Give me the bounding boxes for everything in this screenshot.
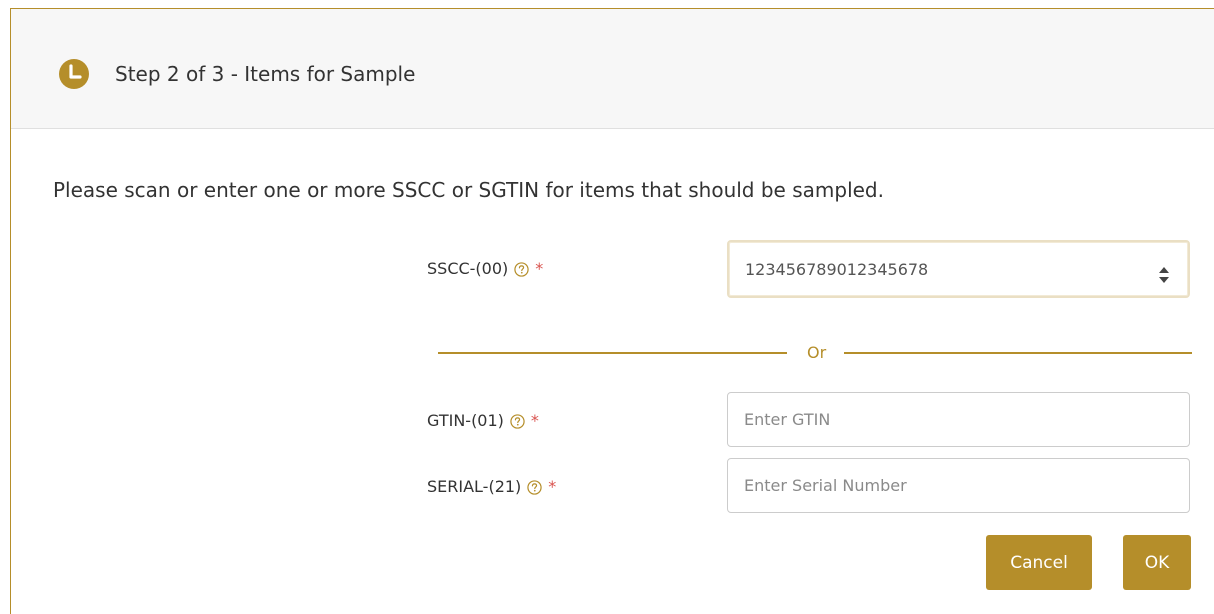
gtin-label-group: GTIN-(01) *: [427, 409, 539, 433]
gtin-input[interactable]: [727, 392, 1190, 447]
sample-dialog: Step 2 of 3 - Items for Sample Please sc…: [10, 8, 1214, 614]
serial-number-input[interactable]: [727, 458, 1190, 513]
required-asterisk: *: [535, 259, 544, 278]
instructions-text: Please scan or enter one or more SSCC or…: [53, 178, 884, 202]
help-icon[interactable]: [514, 261, 529, 277]
help-icon[interactable]: [510, 413, 525, 429]
sscc-label-group: SSCC-(00) *: [427, 257, 543, 281]
or-divider-right: [844, 352, 1192, 354]
serial-label-group: SERIAL-(21) *: [427, 475, 556, 499]
sscc-input[interactable]: [727, 240, 1190, 298]
required-asterisk: *: [548, 477, 557, 496]
clock-icon: [59, 59, 89, 89]
spinner-arrows-icon[interactable]: [1158, 266, 1170, 284]
ok-button[interactable]: OK: [1123, 535, 1191, 590]
help-icon[interactable]: [527, 479, 542, 495]
sscc-label: SSCC-(00): [427, 259, 509, 278]
serial-label: SERIAL-(21): [427, 477, 522, 496]
or-divider-text: Or: [807, 343, 827, 362]
required-asterisk: *: [530, 411, 539, 430]
dialog-header: Step 2 of 3 - Items for Sample: [11, 9, 1214, 129]
dialog-title: Step 2 of 3 - Items for Sample: [115, 62, 416, 86]
gtin-label: GTIN-(01): [427, 411, 504, 430]
or-divider-left: [438, 352, 787, 354]
cancel-button[interactable]: Cancel: [986, 535, 1092, 590]
